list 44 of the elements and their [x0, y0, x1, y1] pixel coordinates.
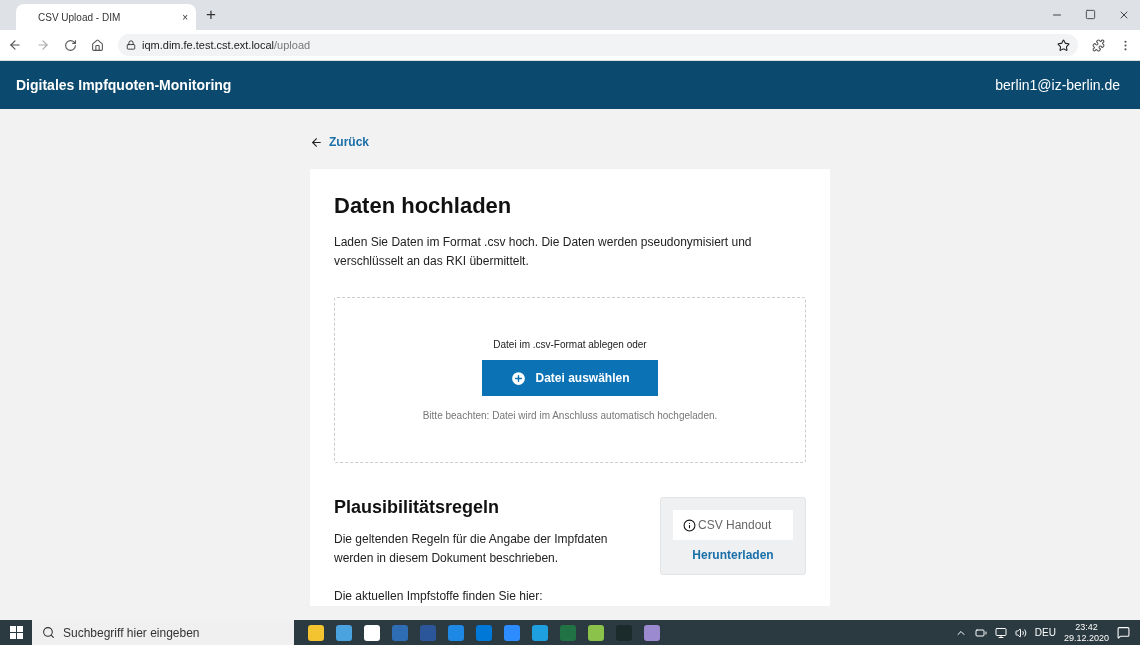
drop-zone[interactable]: Datei im .csv-Format ablegen oder Datei auswählen Bitte beachten: Datei wird im Anschluss automatisch hochgeladen.: [334, 297, 806, 463]
url-text: iqm.dim.fe.test.cst.ext.local/upload: [142, 39, 311, 51]
puzzle-icon[interactable]: [1092, 38, 1105, 52]
maximize-icon[interactable]: [1085, 9, 1096, 20]
app-icon[interactable]: [588, 624, 604, 641]
new-tab-button[interactable]: +: [206, 5, 216, 25]
star-icon[interactable]: [1057, 38, 1070, 52]
close-icon[interactable]: [1118, 9, 1130, 21]
address-bar[interactable]: iqm.dim.fe.test.cst.ext.local/upload: [118, 34, 1078, 56]
description-text: Laden Sie Daten im Format .csv hoch. Die Daten werden pseudonymisiert und verschlüsselt an das RKI übermittelt.: [334, 234, 753, 270]
home-icon[interactable]: [91, 38, 104, 52]
download-link[interactable]: Herunterladen: [692, 548, 774, 562]
search-icon: [42, 626, 55, 639]
notification-icon[interactable]: [1117, 626, 1130, 639]
file-name: CSV Handout: [698, 518, 772, 532]
app-icon[interactable]: [364, 624, 380, 641]
page-title: Daten hochladen: [334, 193, 513, 219]
lock-icon: [126, 40, 136, 50]
back-icon[interactable]: [8, 38, 22, 52]
tab-close-button[interactable]: ×: [182, 11, 188, 23]
reload-icon[interactable]: [64, 38, 77, 52]
choose-file-button[interactable]: Datei auswählen: [482, 360, 658, 396]
info-icon: [683, 518, 696, 532]
vaccines-text: Die aktuellen Impfstoffe finden Sie hier:: [334, 588, 544, 605]
plus-icon: [510, 369, 528, 387]
clock-time[interactable]: 23:42: [1075, 621, 1098, 633]
app-title: Digitales Impfquoten-Monitoring: [16, 77, 232, 93]
volume-icon[interactable]: [1014, 626, 1027, 639]
network-icon[interactable]: [994, 626, 1007, 639]
user-email[interactable]: berlin1@iz-berlin.de: [995, 77, 1120, 93]
windows-icon[interactable]: [9, 626, 23, 639]
section-title: Plausibilitätsregeln: [334, 497, 501, 518]
rules-text: Die geltenden Regeln für die Angabe der Impfdaten werden in diesem Dokument beschrieben.: [334, 531, 609, 567]
taskbar-search-field[interactable]: Suchbegriff hier eingeben: [32, 620, 294, 645]
app-icon[interactable]: [308, 624, 324, 641]
language-indicator[interactable]: DEU: [1034, 627, 1056, 638]
clock-date[interactable]: 29.12.2020: [1063, 632, 1109, 644]
back-link[interactable]: Zurück: [310, 133, 369, 151]
tab-title: CSV Upload - DIM: [38, 11, 121, 23]
drop-hint: Datei im .csv-Format ablegen oder: [493, 339, 647, 350]
arrow-left-icon: [310, 135, 323, 149]
upload-note: Bitte beachten: Datei wird im Anschluss automatisch hochgeladen.: [422, 410, 718, 421]
search-placeholder: Suchbegriff hier eingeben: [63, 625, 200, 640]
browser-tab[interactable]: CSV Upload - DIM ×: [16, 4, 196, 30]
